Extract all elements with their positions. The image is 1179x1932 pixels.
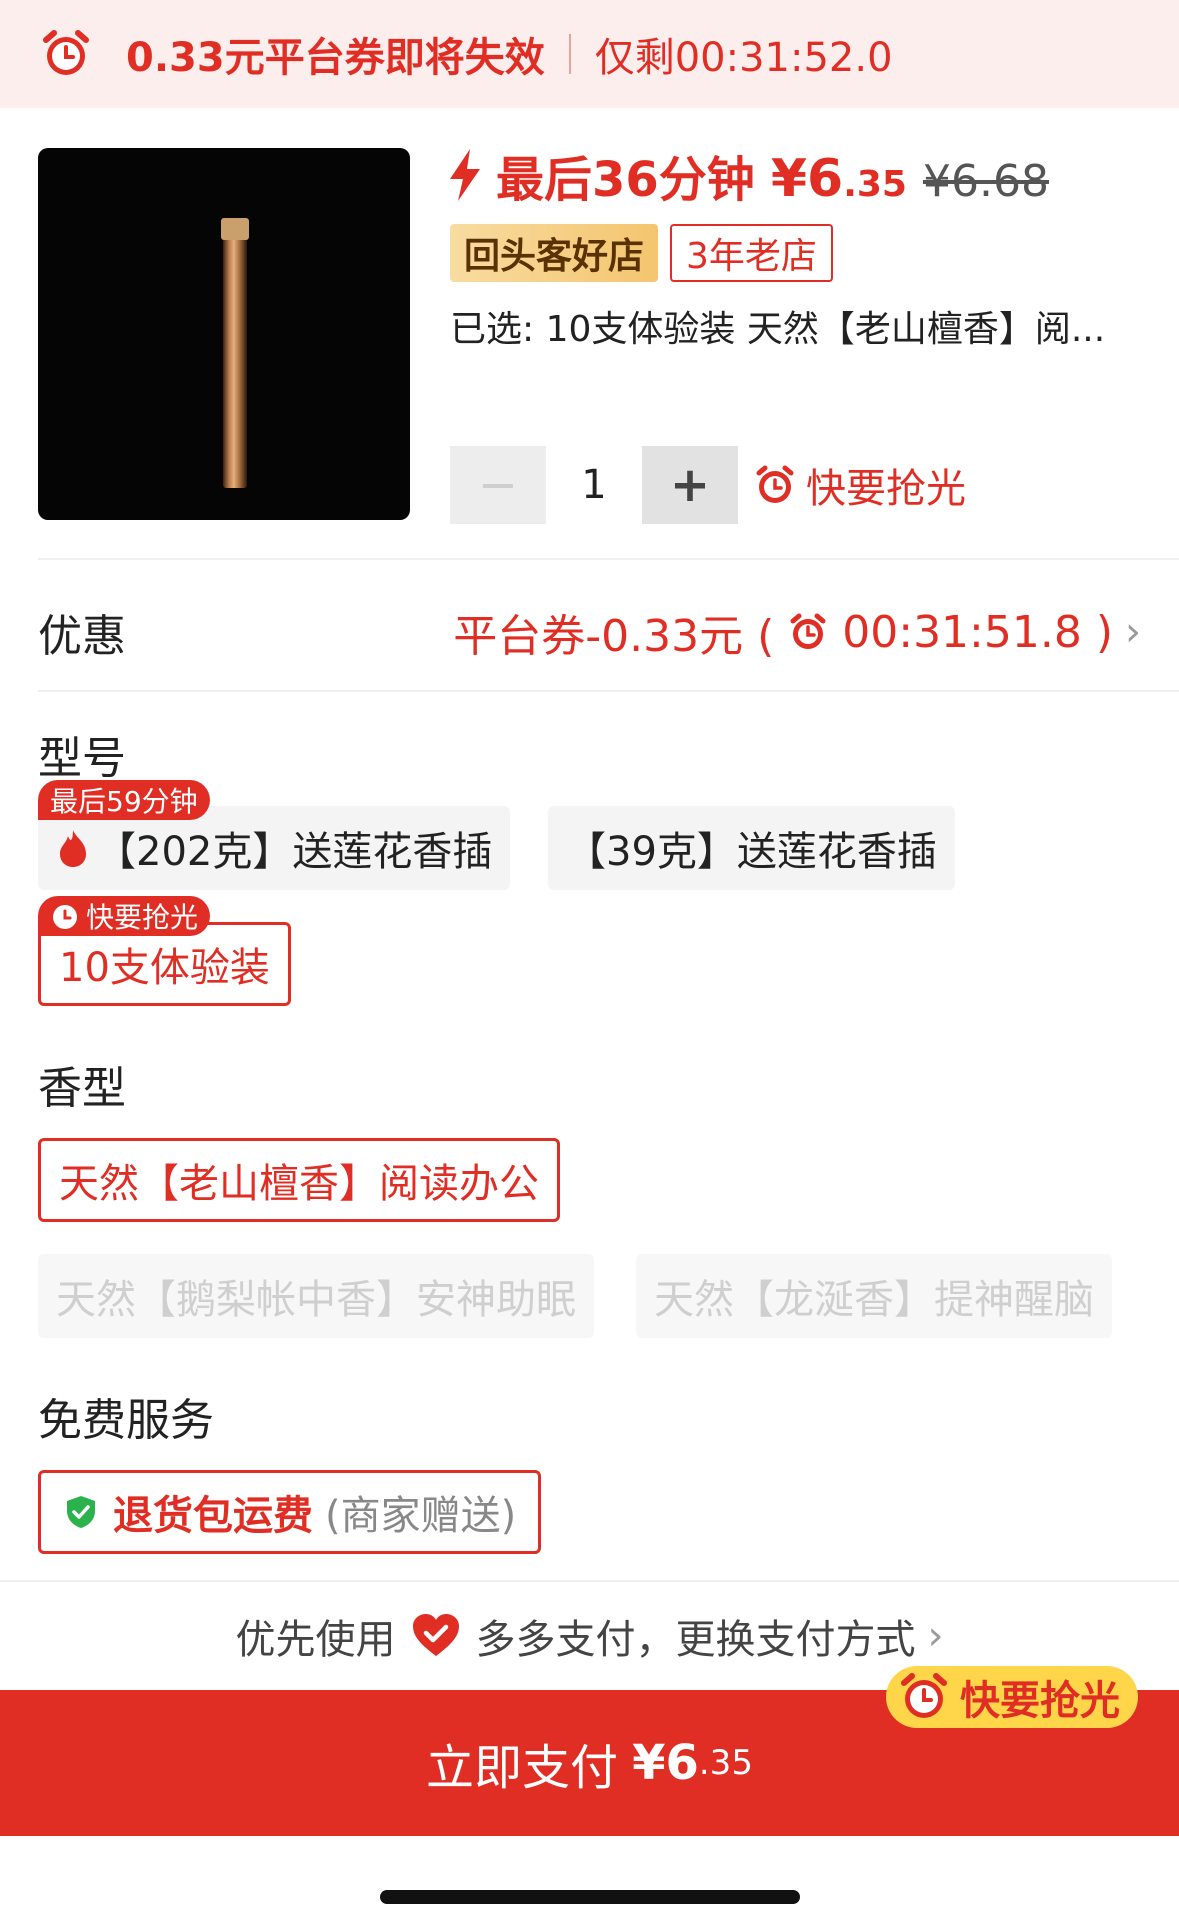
model-option-39g[interactable]: 【39克】送莲花香插: [548, 806, 955, 890]
original-price: ¥6.68: [922, 156, 1049, 207]
decrease-button[interactable]: −: [450, 446, 546, 524]
model-option-label: 10支体验装: [59, 945, 270, 991]
alarm-clock-icon: [756, 465, 794, 503]
duoduo-pay-heart-icon: [412, 1614, 459, 1656]
price-line: 最后36分钟 ¥ 6 .35 ¥6.68: [448, 140, 1049, 210]
alarm-clock-icon: [53, 905, 77, 929]
alarm-clock-icon: [901, 1673, 947, 1718]
store-age-tag: 3年老店: [670, 224, 833, 282]
scent-option-label: 天然【龙涎香】提神醒脑: [654, 1277, 1094, 1323]
scent-option-label: 天然【鹅梨帐中香】安神助眠: [56, 1277, 576, 1323]
scent-section-title: 香型: [38, 1063, 126, 1114]
model-option-label: 【202克】送莲花香插: [96, 829, 493, 875]
price-decimal: .35: [843, 164, 907, 205]
countdown-badge: 最后59分钟: [38, 780, 210, 820]
chevron-right-icon: ›: [927, 1613, 944, 1659]
selling-fast-badge: 快要抢光: [38, 896, 211, 936]
fire-icon: [60, 830, 86, 867]
banner-message: 0.33元平台券即将失效: [126, 35, 545, 81]
payment-prefix: 优先使用: [235, 1617, 396, 1663]
quantity-stepper: − 1 + 快要抢光: [450, 446, 966, 524]
scent-option-sandalwood[interactable]: 天然【老山檀香】阅读办公: [38, 1138, 560, 1222]
store-tags: 回头客好店 3年老店: [450, 224, 833, 282]
chevron-right-icon: ›: [1125, 609, 1141, 655]
pay-price-decimal: .35: [698, 1743, 753, 1783]
price-integer: 6: [807, 149, 844, 209]
banner-separator: [568, 34, 571, 74]
pay-currency: ¥: [632, 1735, 666, 1791]
returning-customer-tag: 回头客好店: [450, 224, 659, 282]
scent-option-pear[interactable]: 天然【鹅梨帐中香】安神助眠: [38, 1254, 594, 1338]
incense-tube-graphic: [223, 218, 247, 488]
pay-price-integer: 6: [665, 1735, 699, 1791]
shield-check-icon: [67, 1496, 95, 1528]
divider: [38, 558, 1179, 560]
service-section-title: 免费服务: [38, 1395, 214, 1446]
product-image[interactable]: [38, 148, 410, 520]
selected-variant-summary: 已选: 10支体验装 天然【老山檀香】阅...: [450, 309, 1106, 350]
scent-option-ambergris[interactable]: 天然【龙涎香】提神醒脑: [636, 1254, 1112, 1338]
incense-tube-cap: [221, 218, 249, 240]
selling-fast-indicator: 快要抢光: [754, 456, 966, 514]
scent-option-label: 天然【老山檀香】阅读办公: [59, 1161, 539, 1207]
pay-now-label: 立即支付: [426, 1740, 619, 1796]
banner-remaining-time: 仅剩00:31:52.0: [594, 35, 893, 81]
discount-value: 平台券-0.33元 ( 00:31:51.8 ) ›: [453, 600, 1141, 664]
quantity-value: 1: [581, 462, 607, 508]
pay-selling-fast-badge: 快要抢光: [886, 1666, 1138, 1728]
model-section-title: 型号: [38, 733, 126, 784]
payment-method-text: 多多支付，更换支付方式: [475, 1617, 916, 1663]
returning-customer-label: 回头客好店: [464, 236, 645, 277]
discount-timer: 00:31:51.8 ): [842, 606, 1113, 658]
divider: [38, 690, 1179, 692]
alarm-clock-icon: [790, 613, 826, 649]
countdown-badge-text: 最后59分钟: [50, 785, 198, 818]
model-option-label: 【39克】送莲花香插: [566, 829, 937, 875]
discount-amount: 平台券-0.33元 (: [453, 611, 775, 662]
free-return-shipping-option[interactable]: 退货包运费 (商家赠送): [38, 1470, 542, 1554]
lightning-icon: [450, 149, 480, 201]
pay-selling-fast-text: 快要抢光: [960, 1678, 1120, 1724]
selling-fast-text: 快要抢光: [806, 466, 966, 512]
coupon-expiry-banner: 0.33元平台券即将失效 仅剩00:31:52.0: [0, 0, 1179, 108]
discount-label: 优惠: [38, 611, 126, 662]
alarm-clock-icon: [43, 30, 89, 75]
service-main-label: 退货包运费: [113, 1493, 313, 1539]
discount-row[interactable]: 优惠 平台券-0.33元 ( 00:31:51.8 ) ›: [0, 570, 1179, 688]
selling-fast-badge-text: 快要抢光: [86, 901, 199, 934]
price-currency: ¥: [770, 149, 807, 209]
increase-button[interactable]: +: [642, 446, 738, 524]
countdown-label: 最后36分钟: [496, 152, 755, 208]
service-sub-label: (商家赠送): [325, 1493, 517, 1539]
home-indicator[interactable]: [380, 1890, 800, 1904]
